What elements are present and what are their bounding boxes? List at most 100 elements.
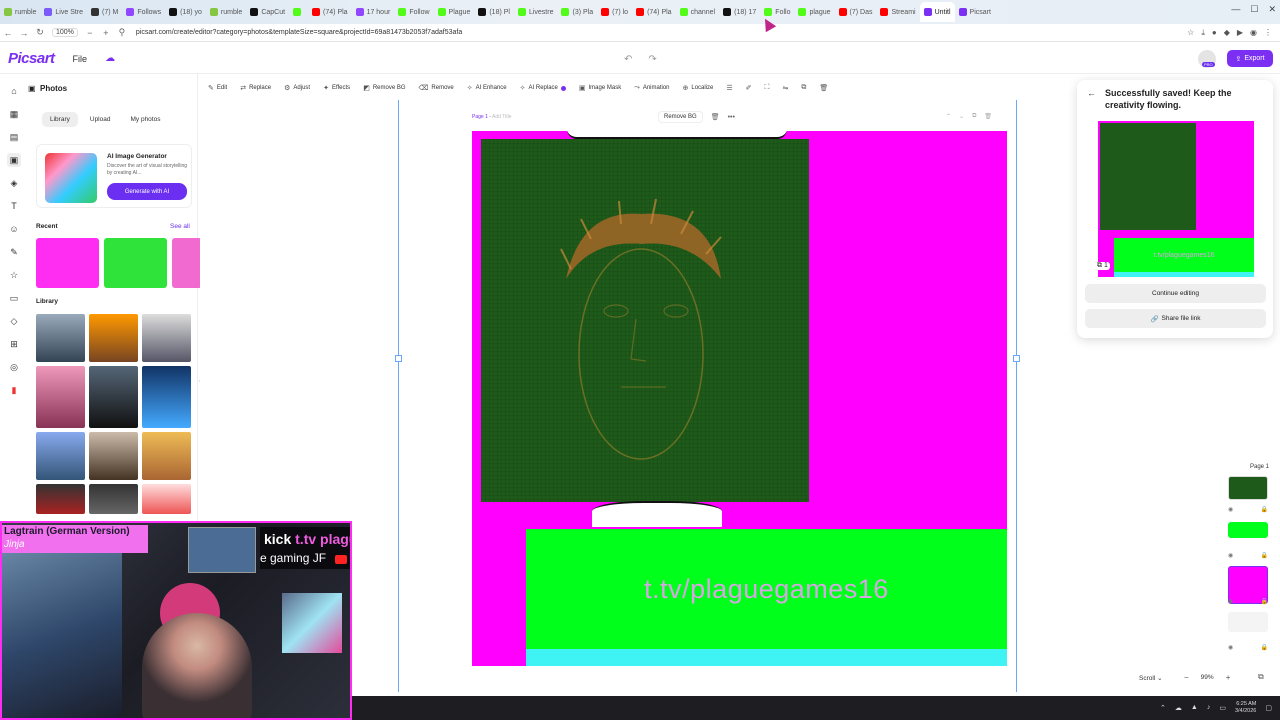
library-photo[interactable] <box>89 366 138 428</box>
browser-zoom-indicator[interactable]: 100% <box>52 28 78 37</box>
notifications-icon[interactable]: ▢ <box>1265 704 1272 712</box>
artboard[interactable]: t.tv/plaguegames16 <box>472 131 1007 666</box>
library-photo[interactable] <box>36 432 85 480</box>
back-icon[interactable]: ← <box>0 28 16 38</box>
clock[interactable]: 6:25 AM 3/4/2026 <box>1235 701 1256 714</box>
uploads-icon[interactable]: ▭ <box>7 291 21 305</box>
undo-icon[interactable]: ↶ <box>624 54 632 65</box>
brand-icon[interactable]: ◎ <box>7 360 21 374</box>
browser-tab[interactable]: Follow <box>394 2 433 22</box>
scroll-mode-dropdown[interactable]: Scroll ⌄ <box>1139 674 1163 682</box>
browser-tab[interactable]: (18) Pl <box>474 2 514 22</box>
download-icon[interactable]: ⤓ <box>1201 28 1205 38</box>
browser-tab[interactable]: Livestre <box>514 2 558 22</box>
browser-tab[interactable]: CapCut <box>246 2 289 22</box>
toolbar-localize-button[interactable]: ⊕ Localize <box>683 84 714 92</box>
move-down-icon[interactable]: ⌄ <box>959 113 964 120</box>
picsart-logo[interactable]: Picsart <box>8 50 55 67</box>
browser-tab[interactable]: Streami <box>876 2 919 22</box>
extension-icon[interactable]: ● <box>1212 28 1217 38</box>
continue-editing-button[interactable]: Continue editing <box>1085 284 1266 303</box>
site-info-icon[interactable]: ⚲ <box>114 27 130 38</box>
generate-with-ai-button[interactable]: Generate with AI <box>107 183 187 200</box>
visibility-icon[interactable]: ◉ <box>1228 552 1233 559</box>
layer-thumbnail[interactable] <box>1228 522 1268 538</box>
browser-tab[interactable]: (7) Das <box>835 2 877 22</box>
browser-tab[interactable]: Plague <box>434 2 475 22</box>
duplicate-page-icon[interactable]: ⧉ <box>972 113 976 120</box>
browser-tab[interactable]: Untitl <box>919 2 955 22</box>
browser-tab[interactable]: channel <box>676 2 720 22</box>
layers-icon[interactable]: ⧉ <box>1258 672 1264 682</box>
library-photo[interactable] <box>36 366 85 428</box>
ai-image-generator-card[interactable]: AI Image Generator Discover the art of v… <box>36 144 192 208</box>
battery-icon[interactable]: ▭ <box>1219 704 1226 712</box>
library-photo[interactable] <box>142 366 191 428</box>
zoom-out-button[interactable]: − <box>1184 673 1189 682</box>
extension-icon[interactable]: ◆ <box>1224 28 1230 38</box>
library-photo[interactable] <box>142 484 191 514</box>
toolbar-remove-button[interactable]: ⌫ Remove <box>419 84 454 92</box>
draw-icon[interactable]: ✎ <box>7 245 21 259</box>
lock-icon[interactable]: 🔒 <box>1261 644 1268 651</box>
favorites-icon[interactable]: ☆ <box>7 268 21 282</box>
green-banner[interactable]: t.tv/plaguegames16 <box>526 529 1007 649</box>
toolbar-replace-button[interactable]: ⇄ Replace <box>240 84 271 92</box>
browser-tab[interactable]: Live Stre <box>40 2 87 22</box>
browser-tab[interactable]: (74) Pla <box>308 2 352 22</box>
more-options-icon[interactable]: ••• <box>728 114 735 121</box>
zoom-out-icon[interactable]: − <box>82 28 98 38</box>
cloud-saved-icon[interactable]: ☁ <box>105 53 115 64</box>
menu-icon[interactable]: ⋮ <box>1264 28 1272 38</box>
lock-icon[interactable]: 🔒 <box>1261 506 1268 513</box>
export-button[interactable]: ⇪ Export <box>1227 50 1273 67</box>
add-title-field[interactable]: Add Title <box>492 114 511 120</box>
browser-tab[interactable]: Follows <box>122 2 165 22</box>
extension-icon[interactable]: ▶ <box>1237 28 1243 38</box>
templates-icon[interactable]: ▦ <box>7 107 21 121</box>
layer-thumbnail[interactable] <box>1228 612 1268 632</box>
shapes-icon[interactable]: ◇ <box>7 314 21 328</box>
zoom-in-icon[interactable]: + <box>98 28 114 38</box>
library-photo[interactable] <box>36 314 85 362</box>
reload-icon[interactable]: ↻ <box>32 27 48 38</box>
visibility-icon[interactable]: ◉ <box>1228 644 1233 651</box>
banner-text[interactable]: t.tv/plaguegames16 <box>644 574 889 605</box>
browser-tab[interactable] <box>289 2 308 22</box>
network-icon[interactable]: ▲ <box>1191 704 1198 711</box>
plugin-icon[interactable]: ▮ <box>7 383 21 397</box>
delete-page-icon[interactable]: 🗑 <box>984 113 992 120</box>
browser-tab[interactable]: (18) yo <box>165 2 206 22</box>
browser-tab[interactable]: (7) lo <box>597 2 632 22</box>
layout-icon[interactable]: ▤ <box>7 130 21 144</box>
remove-bg-button[interactable]: Remove BG <box>658 111 703 123</box>
selection-handle[interactable] <box>1013 355 1020 362</box>
toolbar-ai-enhance-button[interactable]: ✧ AI Enhance <box>467 84 507 92</box>
browser-tab[interactable]: 17 hour <box>352 2 395 22</box>
home-icon[interactable]: ⌂ <box>7 84 21 98</box>
share-file-link-button[interactable]: 🔗 Share file link <box>1085 309 1266 328</box>
library-photo[interactable] <box>142 314 191 362</box>
library-photo[interactable] <box>36 484 85 514</box>
lock-icon[interactable]: 🔒 <box>1261 598 1268 605</box>
cloud-icon[interactable]: ☁ <box>1175 704 1182 712</box>
file-menu[interactable]: File <box>73 54 88 64</box>
tab-upload[interactable]: Upload <box>82 112 119 127</box>
toolbar-image-mask-button[interactable]: ▣ Image Mask <box>579 84 621 92</box>
maximize-icon[interactable]: ☐ <box>1250 4 1258 15</box>
browser-tab[interactable]: rumble <box>206 2 246 22</box>
zoom-value[interactable]: 99% <box>1201 674 1214 681</box>
chevron-up-icon[interactable]: ⌃ <box>1160 704 1166 712</box>
page-title[interactable]: Page 1 - Add Title <box>472 114 512 120</box>
browser-tab[interactable]: (74) Pla <box>632 2 676 22</box>
minimize-icon[interactable]: — <box>1231 4 1240 15</box>
forward-icon[interactable]: → <box>16 28 32 38</box>
recent-thumbnail[interactable] <box>172 238 202 288</box>
stickers-icon[interactable]: ☺ <box>7 222 21 236</box>
apps-icon[interactable]: ⊞ <box>7 337 21 351</box>
layer-thumbnail[interactable] <box>1228 476 1268 500</box>
duplicate-icon[interactable]: ⧉ <box>801 84 806 92</box>
toolbar-effects-button[interactable]: ✦ Effects <box>323 84 350 92</box>
browser-tab[interactable]: (18) 17 <box>719 2 760 22</box>
extension-icon[interactable]: ◉ <box>1250 28 1257 38</box>
